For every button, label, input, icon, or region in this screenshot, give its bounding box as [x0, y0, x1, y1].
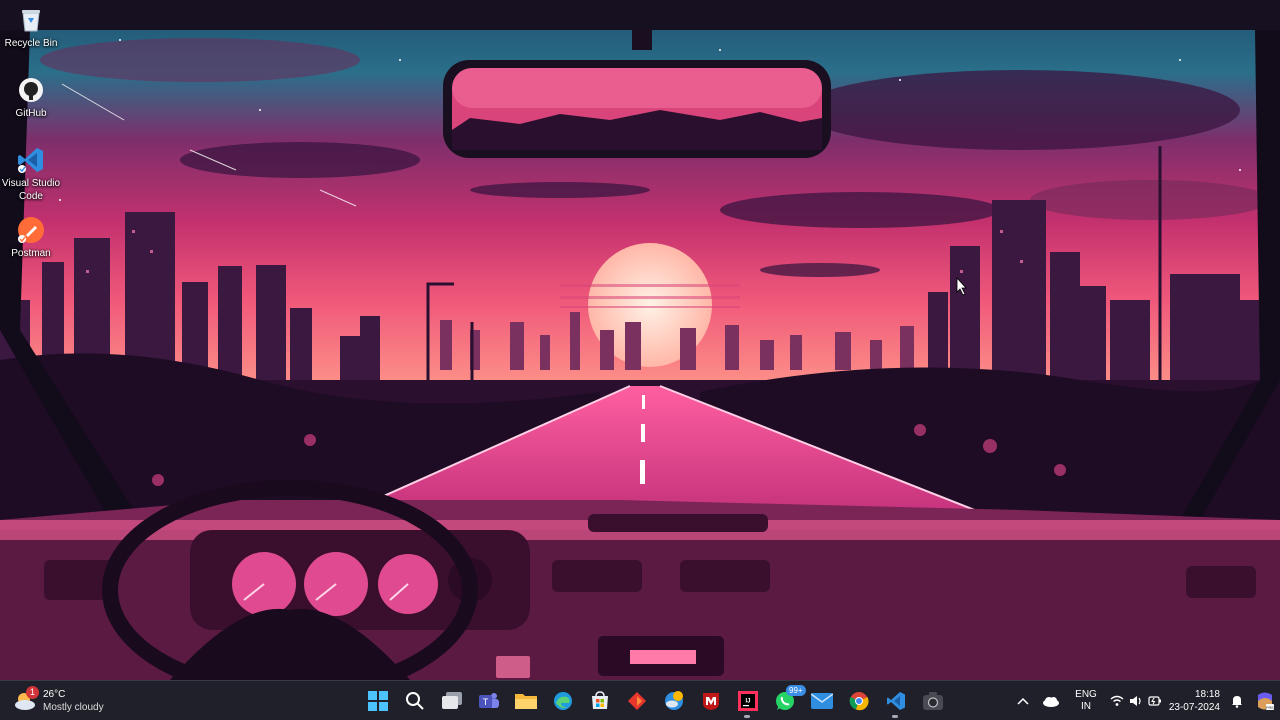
postman-icon — [16, 215, 46, 245]
copilot-button[interactable]: PRE — [1250, 681, 1280, 720]
camera-icon — [922, 692, 943, 710]
vscode-icon — [16, 145, 46, 175]
mail-icon — [810, 693, 833, 709]
quick-settings-button[interactable] — [1106, 681, 1166, 720]
taskbar-teams-button[interactable]: T — [470, 681, 507, 720]
file-explorer-icon — [514, 694, 537, 709]
desktop-icon-postman[interactable]: Postman — [0, 215, 62, 260]
taskbar-chrome-button[interactable] — [840, 681, 877, 720]
volume-icon — [1130, 696, 1141, 706]
clock-date[interactable]: 18:18 23-07-2024 — [1166, 681, 1224, 720]
desktop-icon-github[interactable]: GitHub — [0, 75, 62, 120]
weather-app-icon — [664, 691, 683, 710]
taskbar-task-view-button[interactable] — [433, 681, 470, 720]
taskbar-store-button[interactable] — [581, 681, 618, 720]
clock-date-text: 23-07-2024 — [1168, 702, 1220, 713]
taskbar-start-button[interactable] — [359, 681, 396, 720]
taskbar-mcafee-button[interactable] — [692, 681, 729, 720]
mcafee-icon — [702, 693, 719, 710]
taskbar-camera-button[interactable] — [914, 681, 951, 720]
taskbar-red-diamond-app-button[interactable] — [618, 681, 655, 720]
weather-alert-badge: 1 — [26, 686, 39, 699]
search-icon — [405, 692, 424, 710]
desktop-icon-label: Postman — [11, 248, 51, 259]
language-indicator[interactable]: ENG IN — [1066, 681, 1106, 720]
taskbar-intellij-button[interactable]: IJ — [729, 681, 766, 720]
cloudy-weather-icon: 1 — [12, 686, 39, 714]
taskbar-search-button[interactable] — [396, 681, 433, 720]
weather-widget[interactable]: 1 26°C Mostly cloudy — [12, 685, 104, 717]
teams-icon: T — [478, 693, 499, 708]
copilot-icon: PRE — [1258, 692, 1275, 710]
desktop-icon-recycle-bin[interactable]: Recycle Bin — [0, 5, 62, 50]
weather-description: Mostly cloudy — [43, 702, 104, 713]
language-code: ENG — [1075, 689, 1097, 700]
battery-charging-icon — [1148, 696, 1161, 706]
weather-temperature: 26°C — [43, 689, 66, 700]
desktop-wallpaper — [0, 0, 1280, 680]
taskbar-vscode-button[interactable] — [877, 681, 914, 720]
windows-start-icon — [367, 691, 388, 711]
desktop-icon-vscode[interactable]: Visual Studio Code — [0, 145, 62, 203]
recycle-bin-icon — [16, 5, 46, 35]
chevron-up-icon — [1017, 697, 1029, 705]
onedrive-tray-button[interactable] — [1036, 681, 1066, 720]
red-diamond-app-icon — [627, 692, 646, 710]
github-icon — [16, 75, 46, 105]
taskbar-whatsapp-button[interactable]: 99+ — [766, 681, 806, 720]
taskbar-weather-app-button[interactable] — [655, 681, 692, 720]
running-indicator — [744, 715, 750, 718]
svg-text:T: T — [482, 697, 488, 707]
intellij-icon: IJ — [737, 691, 758, 711]
desktop-icon-label: Visual Studio Code — [1, 178, 61, 202]
taskbar-edge-button[interactable] — [544, 681, 581, 720]
store-icon — [591, 691, 608, 709]
chrome-icon — [849, 692, 869, 711]
taskbar-pinned-apps: T IJ 99+ — [359, 681, 951, 720]
system-tray: ENG IN 18:18 23-07-2024 PRE — [1010, 681, 1280, 720]
svg-text:PRE: PRE — [1266, 705, 1275, 710]
task-view-icon — [441, 692, 462, 709]
bell-icon — [1232, 696, 1242, 708]
language-region: IN — [1081, 701, 1091, 712]
taskbar-mail-button[interactable] — [803, 681, 840, 720]
svg-text:IJ: IJ — [745, 699, 750, 705]
taskbar: 1 26°C Mostly cloudy T IJ 99+ ENG IN 18:… — [0, 680, 1280, 720]
notifications-button[interactable] — [1224, 681, 1250, 720]
show-hidden-icons-button[interactable] — [1010, 681, 1036, 720]
edge-icon — [553, 692, 572, 710]
taskbar-file-explorer-button[interactable] — [507, 681, 544, 720]
wallpaper-art — [0, 0, 1280, 680]
desktop-icon-label: Recycle Bin — [4, 38, 58, 49]
running-indicator — [892, 715, 898, 718]
wifi-icon — [1110, 695, 1124, 706]
clock-time: 18:18 — [1194, 689, 1220, 700]
vscode-taskbar-icon — [886, 692, 905, 710]
desktop-icon-label: GitHub — [15, 108, 47, 119]
onedrive-cloud-icon — [1043, 696, 1059, 707]
